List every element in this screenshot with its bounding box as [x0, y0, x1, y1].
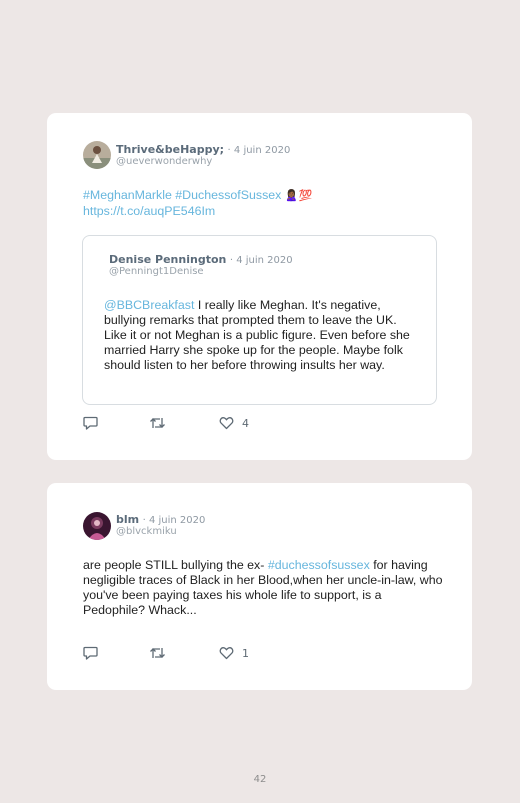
emoji: 🙎🏾‍♀️💯 [284, 190, 313, 202]
retweet-button[interactable] [149, 415, 166, 431]
retweet-button[interactable] [149, 645, 166, 661]
tweet-text-part: are people STILL bullying the ex- [83, 558, 268, 572]
avatar[interactable] [83, 141, 111, 169]
author-line: Thrive&beHappy; · 4 juin 2020 [116, 143, 290, 156]
like-count: 4 [242, 416, 249, 430]
tweet-text: #MeghanMarkle #DuchessofSussex 🙎🏾‍♀️💯 ht… [83, 188, 443, 219]
quoted-author-line: Denise Pennington · 4 juin 2020 [109, 253, 293, 266]
tweet-date[interactable]: · 4 juin 2020 [143, 515, 206, 526]
retweet-icon [150, 648, 165, 658]
tweet-actions: 4 [83, 415, 283, 431]
author-line: blm · 4 juin 2020 [116, 513, 205, 526]
like-button[interactable]: 4 [219, 415, 249, 431]
tweet-card: blm · 4 juin 2020 @blvckmiku are people … [47, 483, 472, 690]
author-name[interactable]: Thrive&beHappy; [116, 143, 224, 156]
tweet-date[interactable]: · 4 juin 2020 [228, 145, 291, 156]
avatar[interactable] [83, 512, 111, 540]
hashtag-link[interactable]: #duchessofsussex [268, 558, 370, 572]
author-name[interactable]: blm [116, 513, 139, 526]
mention-link[interactable]: @BBCBreakfast [104, 298, 194, 312]
url-link[interactable]: https://t.co/auqPE546Im [83, 204, 215, 218]
reply-button[interactable] [83, 645, 98, 661]
quoted-tweet[interactable]: Denise Pennington · 4 juin 2020 @Penning… [82, 235, 437, 405]
retweet-icon [150, 418, 165, 428]
reply-icon [83, 416, 98, 430]
quoted-author-handle[interactable]: @Penningt1Denise [109, 266, 204, 277]
hashtag-link[interactable]: #MeghanMarkle #DuchessofSussex [83, 188, 281, 202]
tweet-text: are people STILL bullying the ex- #duche… [83, 558, 443, 618]
page-number: 42 [253, 774, 267, 785]
reply-button[interactable] [83, 415, 98, 431]
author-handle[interactable]: @blvckmiku [116, 526, 177, 537]
quoted-date[interactable]: · 4 juin 2020 [230, 255, 293, 266]
reply-icon [83, 646, 98, 660]
author-handle[interactable]: @ueverwonderwhy [116, 156, 212, 167]
quoted-author-name[interactable]: Denise Pennington [109, 253, 226, 266]
like-button[interactable]: 1 [219, 645, 249, 661]
like-count: 1 [242, 646, 249, 660]
tweet-actions: 1 [83, 645, 283, 661]
tweet-card: Thrive&beHappy; · 4 juin 2020 @ueverwond… [47, 113, 472, 460]
heart-icon [219, 417, 234, 430]
heart-icon [219, 647, 234, 660]
quoted-text: @BBCBreakfast I really like Meghan. It's… [104, 298, 414, 373]
